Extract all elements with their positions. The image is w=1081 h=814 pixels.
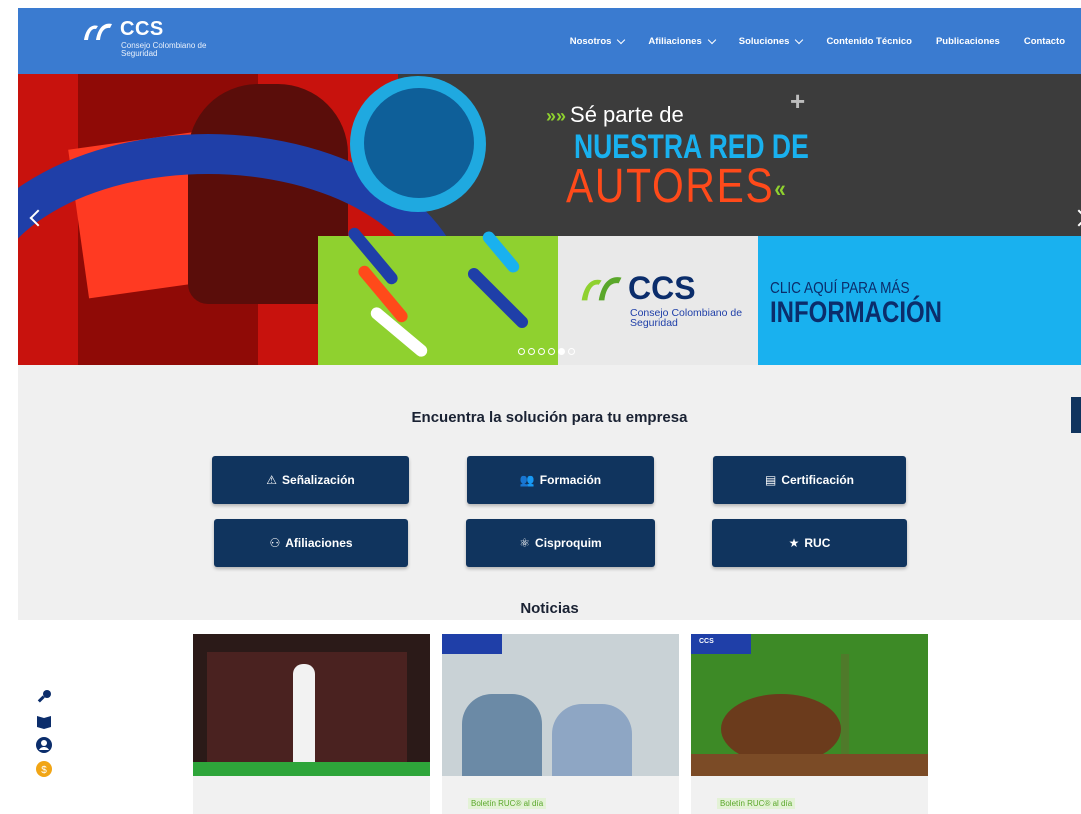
atom-icon: ⚛	[519, 536, 531, 550]
nav-nosotros[interactable]: Nosotros	[569, 35, 626, 47]
nav-label: Nosotros	[569, 35, 612, 47]
news-card-tag[interactable]: Boletín RUC® al día	[717, 798, 796, 809]
news-card-stage	[193, 762, 430, 776]
site-header: CCS Consejo Colombiano de Seguridad Noso…	[18, 8, 1081, 74]
nav-contacto[interactable]: Contacto	[1024, 36, 1065, 47]
news-card-tag[interactable]: Boletín RUC® al día	[468, 798, 547, 809]
solutions-section: Encuentra la solución para tu empresa ⚠ S…	[18, 365, 1081, 620]
news-card-footer: Boletín RUC® al día	[691, 776, 928, 814]
hero-cta-big[interactable]: INFORMACIÓN	[770, 296, 942, 330]
carousel-dot-active[interactable]	[558, 348, 565, 355]
chevron-down-icon	[795, 35, 804, 44]
solutions-title: Encuentra la solución para tu empresa	[411, 409, 688, 426]
button-label: Formación	[539, 473, 602, 487]
handshake-icon: ⚇	[269, 536, 281, 550]
double-chevron-left-icon: «	[774, 175, 788, 203]
hero-brand-title: CCS	[628, 270, 696, 306]
hero-line-2: NUESTRA RED DE	[574, 128, 809, 166]
button-label: Cisproquim	[535, 536, 602, 550]
coin-icon[interactable]: $	[35, 760, 53, 778]
logo-subtitle: Consejo Colombiano de Seguridad	[121, 41, 207, 58]
senalizacion-button[interactable]: ⚠ Señalización	[212, 456, 409, 504]
news-card-footer	[193, 776, 430, 814]
side-tab[interactable]	[1071, 397, 1081, 433]
hero-green-panel	[318, 236, 558, 365]
users-icon: 👥	[519, 473, 535, 487]
chevron-down-icon	[617, 35, 626, 44]
hero-circle-photo	[364, 88, 474, 198]
carousel-dot[interactable]	[548, 348, 555, 355]
news-title: Noticias	[520, 600, 579, 617]
ruc-button[interactable]: ★ RUC	[712, 519, 907, 567]
nav-label: Afiliaciones	[648, 35, 702, 47]
button-label: Señalización	[282, 473, 355, 487]
certificacion-button[interactable]: ▤ Certificación	[713, 456, 906, 504]
nav-publicaciones[interactable]: Publicaciones	[936, 36, 1000, 47]
news-card-plant	[841, 654, 849, 754]
user-circle-icon[interactable]	[35, 736, 53, 754]
news-card-logo: CCS	[699, 638, 714, 645]
nav-label: Contenido Técnico	[826, 35, 912, 47]
double-chevron-right-icon: »»	[546, 106, 567, 126]
button-label: Certificación	[781, 473, 855, 487]
hero-line-3: AUTORES«	[566, 162, 787, 214]
nav-label: Contacto	[1023, 35, 1065, 47]
nav-label: Publicaciones	[935, 35, 1000, 47]
hero-carousel[interactable]: + »» Sé parte de NUESTRA RED DE AUTORES« …	[18, 74, 1081, 365]
hero-line-1-text: Sé parte de	[570, 102, 684, 127]
carousel-dot[interactable]	[528, 348, 535, 355]
warning-icon: ⚠	[266, 473, 278, 487]
news-card-logo-bg	[442, 634, 502, 654]
star-icon: ★	[788, 536, 800, 550]
carousel-dots	[518, 348, 578, 355]
cisproquim-button[interactable]: ⚛ Cisproquim	[466, 519, 655, 567]
button-label: RUC	[804, 536, 831, 550]
carousel-next-icon[interactable]	[1070, 209, 1081, 227]
carousel-dot[interactable]	[568, 348, 575, 355]
nav-afiliaciones[interactable]: Afiliaciones	[648, 35, 716, 47]
formacion-button[interactable]: 👥 Formación	[467, 456, 654, 504]
chevron-down-icon	[707, 35, 716, 44]
plus-icon: +	[790, 86, 806, 116]
book-icon[interactable]	[35, 712, 53, 730]
ccs-brand-icon	[581, 277, 622, 301]
news-card-footer: Boletín RUC® al día	[442, 776, 679, 814]
main-nav: Nosotros Afiliaciones Soluciones Conteni…	[570, 8, 1081, 74]
carousel-dot[interactable]	[538, 348, 545, 355]
carousel-dot[interactable]	[518, 348, 525, 355]
hero-line-3-text: AUTORES	[566, 160, 775, 213]
logo-text: CCS	[120, 18, 164, 40]
nav-contenido-tecnico[interactable]: Contenido Técnico	[826, 36, 912, 47]
ccs-logo[interactable]: CCS Consejo Colombiano de Seguridad	[80, 18, 220, 66]
afiliaciones-button[interactable]: ⚇ Afiliaciones	[214, 519, 408, 567]
nav-label: Soluciones	[738, 35, 790, 47]
ccs-logo-icon	[84, 23, 112, 40]
document-icon: ▤	[764, 473, 777, 487]
button-label: Afiliaciones	[285, 536, 353, 550]
search-key-icon[interactable]	[35, 688, 53, 706]
nav-soluciones[interactable]: Soluciones	[738, 35, 804, 47]
hero-line-1: »» Sé parte de	[546, 102, 684, 128]
svg-text:$: $	[41, 765, 47, 776]
hero-brand-subtitle: Consejo Colombiano de Seguridad	[630, 307, 743, 329]
